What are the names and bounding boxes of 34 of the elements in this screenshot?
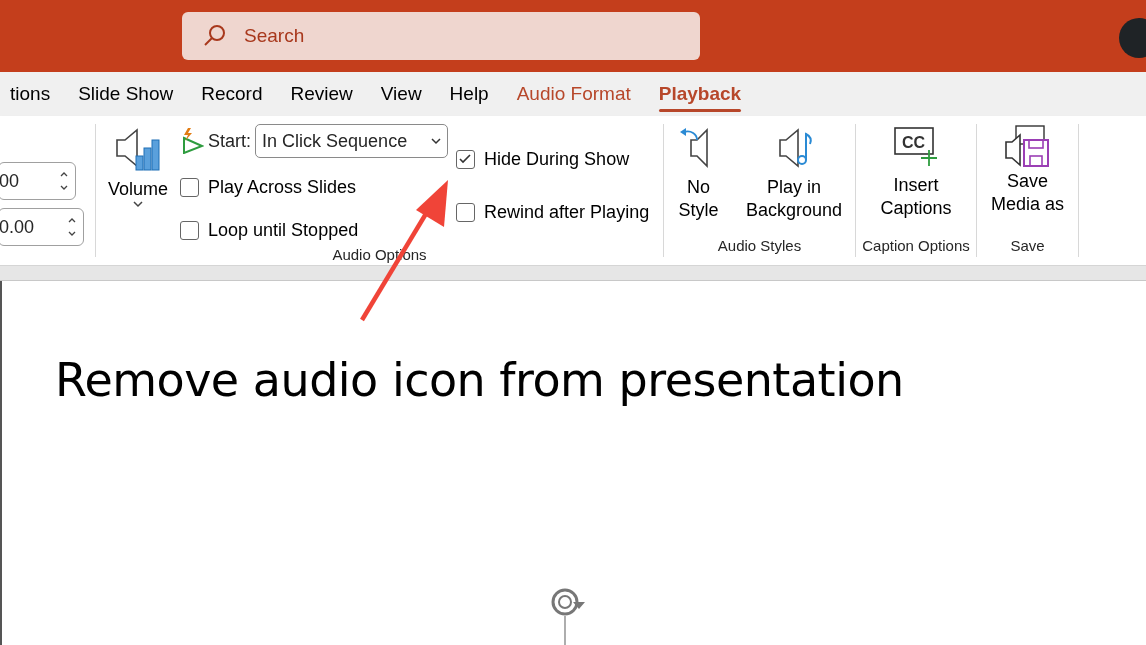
volume-button[interactable]: Volume bbox=[102, 126, 175, 244]
audio-style-button[interactable]: Play in Background bbox=[733, 126, 855, 235]
start-trigger-icon bbox=[180, 128, 205, 154]
save-media-icon bbox=[1003, 124, 1052, 170]
speaker-volume-icon bbox=[114, 126, 162, 172]
start-dropdown[interactable]: In Click Sequence bbox=[255, 124, 449, 158]
group-label: Audio Styles bbox=[716, 235, 803, 256]
save-media-button[interactable]: Save Media as bbox=[977, 124, 1078, 235]
group-label: Save bbox=[1009, 235, 1046, 256]
insert-captions-button[interactable]: CC Insert Captions bbox=[856, 124, 976, 235]
ribbon-tab[interactable]: Help bbox=[435, 72, 503, 116]
chevron-down-icon bbox=[431, 137, 442, 145]
ribbon-tab[interactable]: Slide Show bbox=[64, 72, 188, 116]
search-field[interactable]: Search bbox=[182, 12, 700, 60]
ribbon-tab[interactable]: Review bbox=[276, 72, 367, 116]
checkbox[interactable]: Loop until Stopped bbox=[180, 217, 359, 244]
start-label: Start: bbox=[208, 129, 252, 153]
group-label: Caption Options bbox=[861, 235, 971, 256]
spin-field[interactable]: 00 bbox=[0, 162, 76, 200]
chevron-down-icon bbox=[133, 201, 143, 209]
ribbon-tab[interactable]: View bbox=[366, 72, 436, 116]
spin-field[interactable]: 0.00 bbox=[0, 208, 84, 246]
ribbon-tab[interactable]: Audio Format bbox=[502, 72, 645, 116]
cc-glyph: CC bbox=[902, 134, 926, 151]
audio-style-button[interactable]: No Style bbox=[664, 126, 733, 235]
slide-title: Remove audio icon from presentation bbox=[55, 353, 904, 409]
spin-arrows-icon[interactable] bbox=[67, 216, 77, 238]
ribbon-tab[interactable]: Record bbox=[187, 72, 277, 116]
ribbon-tab[interactable]: Playback bbox=[644, 72, 756, 116]
checkbox[interactable]: Rewind after Playing bbox=[456, 199, 650, 226]
ribbon-tab[interactable]: tions bbox=[0, 72, 65, 116]
checkbox[interactable]: Hide During Show bbox=[456, 146, 630, 173]
checkbox[interactable]: Play Across Slides bbox=[180, 174, 357, 201]
spin-arrows-icon[interactable] bbox=[59, 170, 69, 192]
